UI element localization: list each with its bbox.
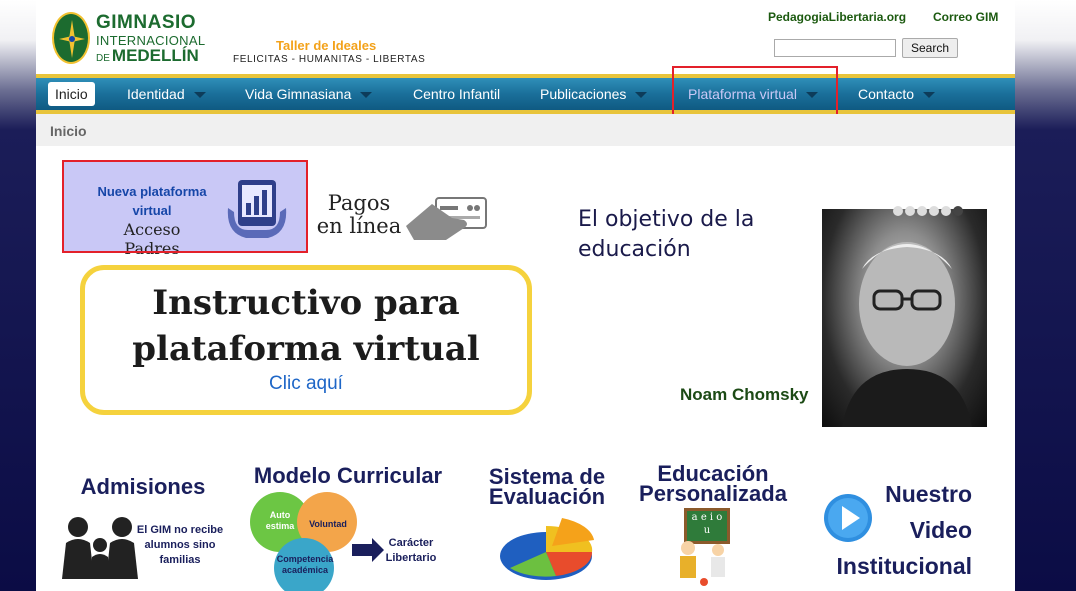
slider-dot[interactable] (905, 206, 915, 216)
chalkboard[interactable]: a e i o u (684, 508, 730, 544)
admisiones-title[interactable]: Admisiones (78, 476, 208, 498)
slider-dots (893, 203, 965, 221)
portrait-image (842, 242, 972, 427)
search-input[interactable] (774, 39, 896, 57)
modelo-title[interactable]: Modelo Curricular (248, 465, 448, 487)
page: GIMNASIO INTERNACIONAL DE MEDELLÍN Taller… (36, 0, 1015, 591)
tagline-subtitle: FELICITAS - HUMANITAS - LIBERTAS (233, 54, 426, 65)
pie-chart-icon[interactable] (496, 512, 596, 586)
chevron-down-icon (193, 92, 206, 99)
instructivo-link[interactable]: Clic aquí (85, 373, 527, 395)
nav-label: Identidad (127, 86, 185, 102)
video-line2: Video (909, 517, 972, 543)
slider-dot[interactable] (917, 206, 927, 216)
brand-city: MEDELLÍN (111, 46, 199, 65)
nav-item-centro-infantil[interactable]: Centro Infantil (413, 78, 500, 110)
nav-item-publicaciones[interactable]: Publicaciones (540, 78, 648, 110)
nav-label: Contacto (858, 86, 915, 102)
slider-dot-active[interactable] (953, 206, 963, 216)
correo-link[interactable]: Correo GIM (933, 10, 998, 24)
autoestima-line1: Auto (269, 510, 291, 520)
nav-item-identidad[interactable]: Identidad (127, 78, 206, 110)
breadcrumb[interactable]: Inicio (50, 123, 87, 139)
compass-star-icon (59, 20, 85, 58)
slider-dot[interactable] (929, 206, 939, 216)
brand-line3: DE MEDELLÍN (96, 46, 199, 66)
author-photo (822, 209, 987, 427)
brand-line1: GIMNASIO (96, 12, 197, 33)
admisiones-note-line1: El GIM no recibe (136, 524, 224, 536)
modelo-circle-voluntad: Voluntad (309, 519, 347, 529)
pagos-en-linea[interactable]: Pagos en línea (314, 192, 404, 238)
autoestima-line2: estima (265, 521, 295, 531)
slider-dot[interactable] (893, 206, 903, 216)
arrow-label-line1: Carácter (388, 537, 434, 549)
nav-label: Vida Gimnasiana (245, 86, 352, 102)
credit-card-hand-icon[interactable] (406, 196, 488, 244)
instructivo-title: Instructivo para plataforma virtual (85, 280, 527, 372)
admisiones-note-line3: familias (159, 554, 201, 566)
main-nav: Inicio Identidad Vida Gimnasiana Centro … (36, 78, 1015, 110)
instructivo-box[interactable]: Instructivo para plataforma virtual Clic… (80, 265, 532, 415)
nav-label: Publicaciones (540, 86, 627, 102)
competencia-line1: Competencia (276, 554, 334, 564)
breadcrumb-bar: Inicio (36, 114, 1015, 146)
instructivo-line2: plataforma virtual (132, 329, 480, 369)
nav-label: Centro Infantil (413, 86, 501, 102)
sistema-line2: Evaluación (488, 484, 606, 509)
slider-quote: El objetivo de la educación (578, 205, 754, 265)
modelo-circle-competencia: Competencia académica (274, 554, 336, 576)
nav-item-vida-gimnasiana[interactable]: Vida Gimnasiana (245, 78, 373, 110)
search-button[interactable]: Search (902, 38, 958, 58)
kids-icon (680, 541, 725, 586)
admisiones-note: El GIM no recibe alumnos sino familias (128, 523, 232, 568)
instructivo-line1: Instructivo para (152, 283, 460, 323)
pedagogia-link[interactable]: PedagogiaLibertaria.org (768, 10, 906, 24)
admisiones-note-line2: alumnos sino (144, 539, 216, 551)
chevron-down-icon (923, 92, 936, 99)
tagline-title: Taller de Ideales (276, 38, 377, 53)
competencia-line2: académica (281, 565, 329, 575)
sistema-evaluacion-title[interactable]: Sistema de Evaluación (482, 466, 612, 509)
arrow-label-line2: Libertario (385, 552, 437, 564)
pagos-line1: Pagos (327, 191, 391, 215)
school-logo[interactable] (52, 12, 90, 64)
nav-item-inicio[interactable]: Inicio (48, 82, 95, 106)
educacion-personalizada-title[interactable]: Educación Personalizada (628, 463, 798, 506)
modelo-circle-autoestima: Auto estima (258, 510, 302, 532)
video-institucional-title[interactable]: Nuestro Video Institucional (826, 476, 972, 584)
chevron-down-icon (635, 92, 648, 99)
video-line1: Nuestro (885, 481, 972, 507)
educacion-line2: Personalizada (639, 481, 787, 506)
modelo-arrow-label: Carácter Libertario (382, 536, 440, 566)
highlight-box-plataforma (62, 160, 308, 253)
brand-de: DE (96, 53, 110, 64)
nav-item-contacto[interactable]: Contacto (858, 78, 936, 110)
quote-author: Noam Chomsky (680, 385, 809, 404)
quote-line2: educación (578, 237, 691, 262)
chevron-down-icon (360, 92, 373, 99)
pagos-line2: en línea (316, 214, 402, 238)
slider-dot[interactable] (941, 206, 951, 216)
video-line3: Institucional (836, 553, 972, 579)
quote-line1: El objetivo de la (578, 207, 755, 232)
